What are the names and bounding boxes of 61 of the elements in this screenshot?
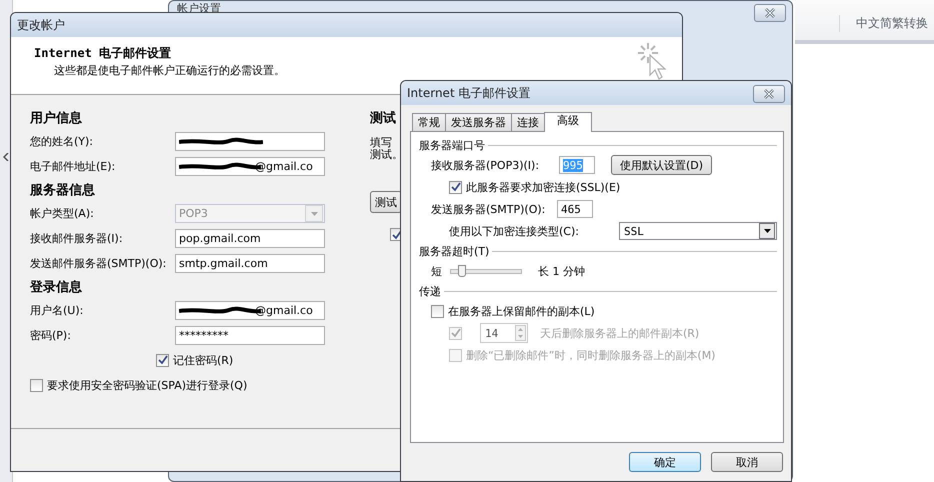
window-title: Internet 电子邮件设置 <box>407 84 530 102</box>
caret-down-icon <box>310 212 318 216</box>
group-heading: 传递 <box>419 284 441 298</box>
port-input[interactable]: 465 <box>557 200 593 218</box>
ok-button[interactable]: 确定 <box>629 452 701 472</box>
close-button[interactable] <box>753 85 785 103</box>
checkbox-label: 删除“已删除邮件”时，同时删除服务器上的副本(M) <box>466 348 716 362</box>
ribbon-group-label: 中文简繁转换 <box>839 15 928 32</box>
section-heading: 登录信息 <box>30 279 83 297</box>
description-text: 填写 <box>370 137 392 149</box>
encryption-dropdown[interactable]: SSL <box>619 222 777 240</box>
field-label: 电子邮件地址(E): <box>30 159 116 174</box>
input-field[interactable]: pop.gmail.com <box>175 229 325 248</box>
checkbox-label: 在服务器上保留邮件的副本(L) <box>448 304 595 318</box>
close-icon[interactable] <box>763 89 775 99</box>
field-label: 您的姓名(Y): <box>30 134 94 149</box>
input-field[interactable]: ********* <box>175 326 325 345</box>
spinner-arrows-icon <box>515 325 526 341</box>
section-heading: 测试 <box>370 110 396 128</box>
slider-reading: 长 1 分钟 <box>538 264 585 278</box>
caret-down-icon <box>764 229 770 233</box>
checkbox[interactable] <box>449 180 462 194</box>
input-field[interactable]: @gmail.co <box>175 301 325 320</box>
test-button[interactable]: 测试 <box>370 191 402 213</box>
section-heading: 服务器信息 <box>30 182 96 200</box>
checkbox[interactable] <box>30 378 43 392</box>
window-title: 更改帐户 <box>17 16 65 34</box>
checkbox-label: 此服务器要求加密连接(SSL)(E) <box>466 180 620 194</box>
description-text: 测试。 <box>370 149 403 161</box>
tab[interactable]: 发送服务器 <box>445 113 512 131</box>
tab[interactable]: 常规 <box>412 113 446 131</box>
checkbox[interactable] <box>431 304 444 318</box>
cancel-button[interactable]: 取消 <box>711 452 783 472</box>
slider-thumb[interactable] <box>458 264 466 276</box>
field-label: 密码(P): <box>30 328 72 343</box>
field-label: 使用以下加密连接类型(C): <box>449 224 580 238</box>
section-heading: 用户信息 <box>30 110 83 128</box>
header-subtitle: 这些都是使电子邮件帐户正确运行的必需设置。 <box>53 63 286 78</box>
checkbox-label: 天后删除服务器上的邮件副本(R) <box>540 326 700 340</box>
field-label: 用户名(U): <box>30 303 84 318</box>
checkbox[interactable] <box>156 354 169 366</box>
close-button[interactable] <box>754 4 786 22</box>
tab[interactable]: 高级 <box>544 112 592 132</box>
use-defaults-button[interactable]: 使用默认设置(D) <box>611 155 712 175</box>
checkbox-label: 要求使用安全密码验证(SPA)进行登录(Q) <box>47 378 248 392</box>
group-heading: 服务器端口号 <box>419 138 485 152</box>
field-label: 接收服务器(POP3)(I): <box>431 158 540 172</box>
input-field[interactable] <box>175 132 325 151</box>
chevron-left-icon <box>3 153 9 161</box>
input-field[interactable]: smtp.gmail.com <box>175 254 325 273</box>
input-field[interactable]: @gmail.co <box>175 157 325 176</box>
checkbox-label: 记住密码(R) <box>173 352 234 368</box>
field-label: 帐户类型(A): <box>30 206 95 221</box>
header-title: Internet 电子邮件设置 <box>34 45 172 62</box>
field-label: 发送服务器(SMTP)(O): <box>431 202 546 216</box>
field-label: 接收邮件服务器(I): <box>30 231 124 246</box>
close-icon[interactable] <box>764 8 776 18</box>
slider-label: 短 <box>431 264 442 278</box>
tab[interactable]: 连接 <box>511 113 545 131</box>
group-heading: 服务器超时(T) <box>419 244 490 258</box>
field-label: 发送邮件服务器(SMTP)(O): <box>30 256 168 271</box>
